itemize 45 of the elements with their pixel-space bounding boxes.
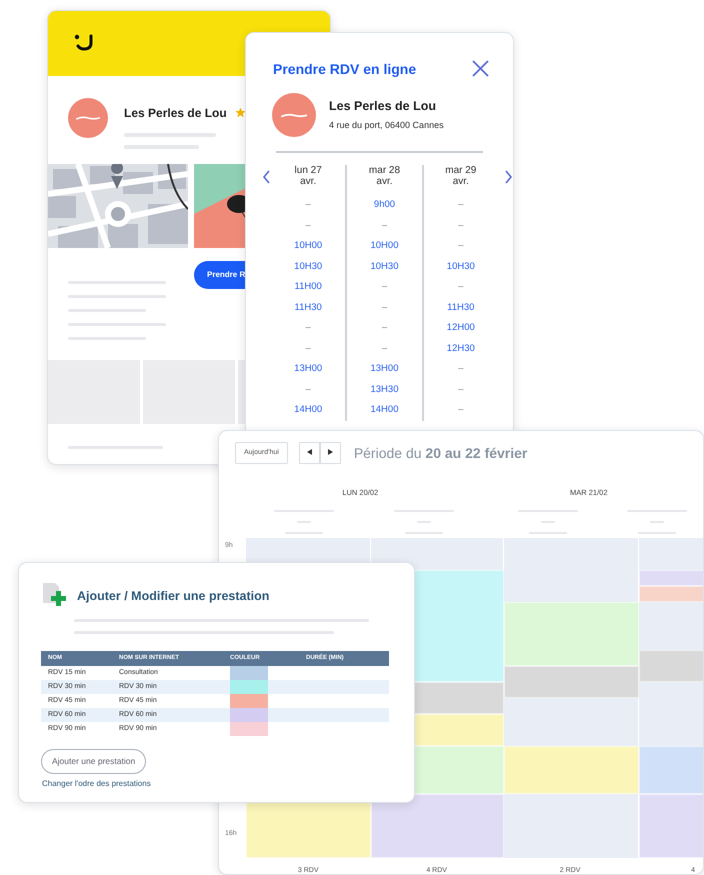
unavailable-slot: – <box>458 359 464 380</box>
period-title: Période du 20 au 22 février <box>354 444 528 462</box>
unavailable-slot: – <box>306 195 311 216</box>
time-slot[interactable]: 10H30 <box>370 256 398 277</box>
business-name: Les Perles de Lou <box>124 105 227 122</box>
time-slot[interactable]: 14H00 <box>370 400 398 420</box>
day-label: mar 28 avr. <box>368 165 402 189</box>
day-label: mar 29 avr. <box>444 165 478 189</box>
time-slot[interactable]: 11H30 <box>294 298 322 318</box>
add-service-button[interactable]: Ajouter une prestation <box>41 748 146 774</box>
time-slot[interactable]: 10H00 <box>294 236 322 256</box>
dialog-title: Prendre RDV en ligne <box>273 60 416 79</box>
time-slot[interactable]: 9h00 <box>374 195 396 216</box>
time-slot[interactable]: 13H00 <box>294 359 322 380</box>
time-slot[interactable]: 11H30 <box>447 298 474 318</box>
unavailable-slot: – <box>382 338 388 359</box>
unavailable-slot: – <box>458 216 464 236</box>
panel-title: Ajouter / Modifier une prestation <box>77 588 270 605</box>
time-slot[interactable]: 10H00 <box>370 236 398 256</box>
time-slot[interactable]: 14H00 <box>294 400 322 420</box>
unavailable-slot: – <box>382 298 388 318</box>
unavailable-slot: – <box>458 380 464 400</box>
unavailable-slot: – <box>306 380 311 400</box>
reorder-link[interactable]: Changer l'odre des prestations <box>42 778 151 788</box>
unavailable-slot: – <box>458 236 464 256</box>
day-label: lun 27 avr. <box>294 165 323 189</box>
time-slot[interactable]: 13H30 <box>370 380 398 400</box>
unavailable-slot: – <box>306 318 311 338</box>
unavailable-slot: – <box>458 195 464 216</box>
time-slot[interactable]: 12H30 <box>446 338 475 359</box>
unavailable-slot: – <box>382 277 388 298</box>
time-slot[interactable]: 10H30 <box>294 256 322 277</box>
unavailable-slot: – <box>306 216 311 236</box>
unavailable-slot: – <box>458 277 464 298</box>
time-slot[interactable]: 11H00 <box>294 277 322 298</box>
unavailable-slot: – <box>458 400 464 420</box>
business-address: 4 rue du port, 06400 Cannes <box>329 119 444 132</box>
unavailable-slot: – <box>382 318 388 338</box>
time-slot[interactable]: 10H30 <box>446 256 475 277</box>
time-slot[interactable]: 12H00 <box>446 318 475 338</box>
business-name: Les Perles de Lou <box>329 98 437 116</box>
book-button[interactable]: Prendre R <box>194 261 246 289</box>
time-slot[interactable]: 13H00 <box>370 359 398 380</box>
unavailable-slot: – <box>306 338 311 359</box>
unavailable-slot: – <box>382 216 388 236</box>
